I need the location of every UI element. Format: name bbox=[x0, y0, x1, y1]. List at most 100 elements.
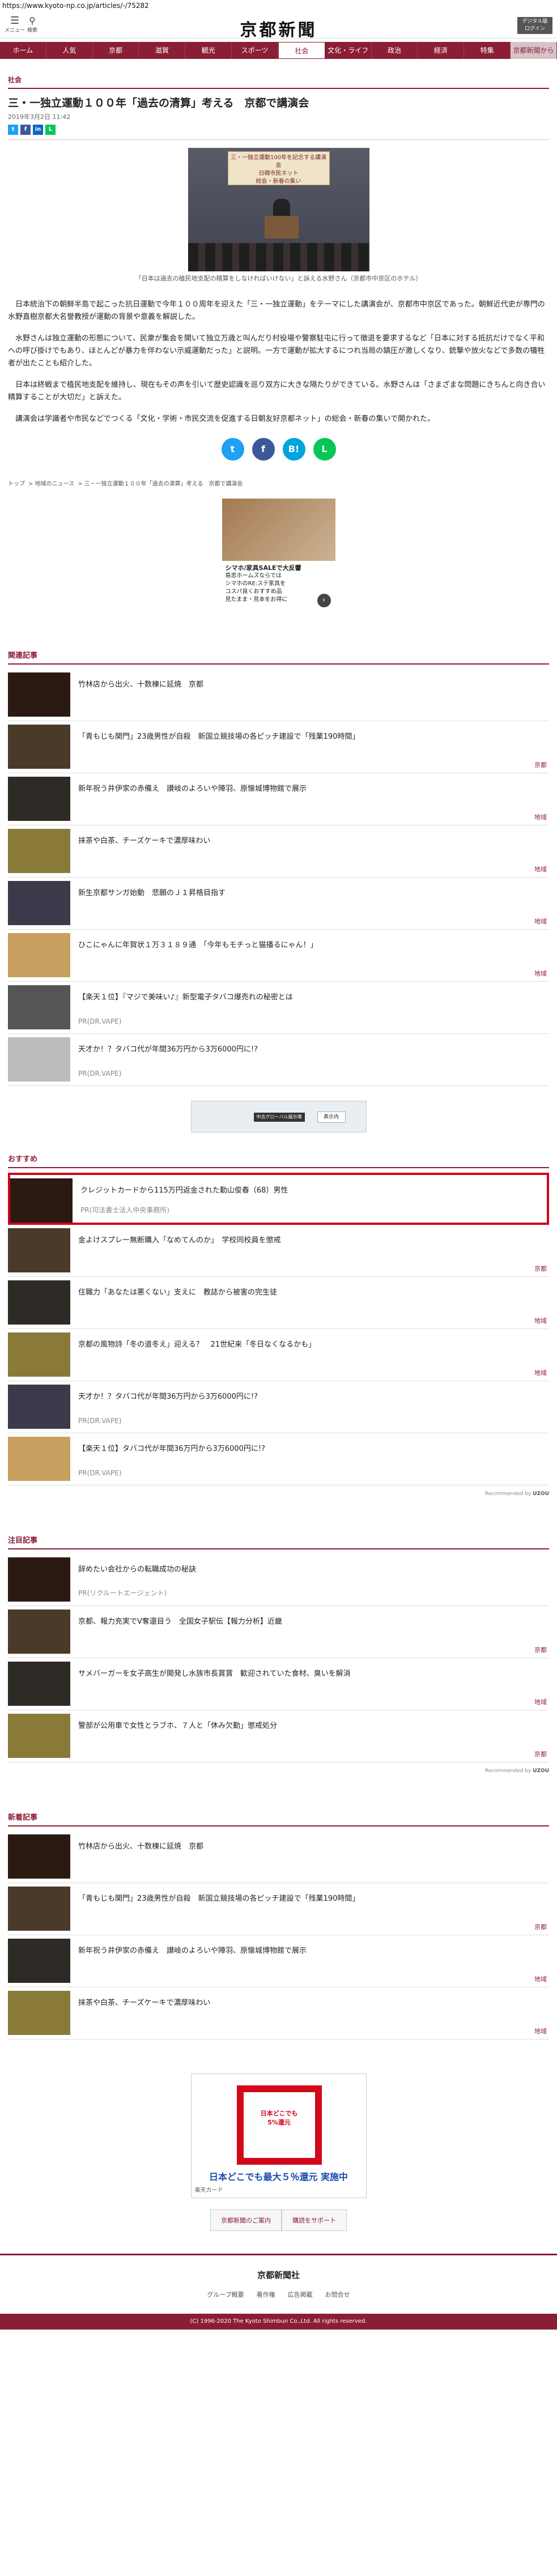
footer-nav-item[interactable]: お問合せ bbox=[325, 2290, 350, 2299]
digital-login-button[interactable]: デジタル版 ログイン bbox=[517, 17, 552, 34]
share-bar-large: t f B! L bbox=[8, 438, 549, 461]
facebook-icon[interactable]: f bbox=[20, 125, 31, 135]
breadcrumb-item[interactable]: トップ bbox=[8, 481, 25, 487]
item-tag[interactable]: 地域 bbox=[534, 812, 547, 821]
nav-item[interactable]: スポーツ bbox=[232, 42, 278, 59]
list-item[interactable]: 抹茶や白茶、チーズケーキで濃厚味わい 地域 bbox=[8, 1987, 549, 2039]
linkedin-icon[interactable]: in bbox=[33, 125, 43, 135]
footer-link[interactable]: 京都新聞のご案内 bbox=[210, 2209, 282, 2231]
nav-item[interactable]: 社会 bbox=[278, 42, 325, 59]
nav-item[interactable]: 京都 bbox=[93, 42, 139, 59]
thumbnail bbox=[8, 1834, 70, 1879]
line-share-icon[interactable]: L bbox=[313, 438, 336, 461]
item-title: 「青もじも関門」23歳男性が自殺 新国立競技場の各ピッチ建設で「残業190時間」 bbox=[78, 1894, 360, 1903]
item-tag[interactable]: 地域 bbox=[534, 917, 547, 926]
address-bar[interactable]: https://www.kyoto-np.co.jp/articles/-/75… bbox=[0, 0, 557, 12]
item-tag[interactable]: 地域 bbox=[534, 1368, 547, 1377]
twitter-share-icon[interactable]: t bbox=[221, 438, 244, 461]
list-item[interactable]: サメバーガーを女子高生が開発し水族市長賞賞 歓迎されていた食材、臭いを解消 地域 bbox=[8, 1658, 549, 1710]
footer-link[interactable]: 購読をサポート bbox=[282, 2209, 347, 2231]
list-item[interactable]: 新年祝う井伊家の赤備え 讃岐のよろいや陣羽、原懐城博物館で展示地域 bbox=[8, 773, 549, 825]
item-tag[interactable]: 地域 bbox=[534, 969, 547, 978]
list-item[interactable]: 住職力「あなたは悪くない」支えに 教誌から被害の完生徒 地域 bbox=[8, 1277, 549, 1329]
nav-item[interactable]: 観光 bbox=[185, 42, 232, 59]
list-item[interactable]: 警部が公用車で女性とラブホ、７人と「休み欠勤」懲戒処分 京都 bbox=[8, 1710, 549, 1762]
item-sponsor: PR(DR.VAPE) bbox=[78, 1017, 122, 1025]
map-ad-button[interactable]: 表示内 bbox=[317, 1112, 346, 1123]
item-title: 「青もじも関門」23歳男性が自殺 新国立競技場の各ピッチ建設で「残業190時間」 bbox=[78, 733, 360, 741]
footer-nav-item[interactable]: グループ概要 bbox=[207, 2290, 244, 2299]
item-tag[interactable]: 地域 bbox=[534, 865, 547, 874]
uzou-logo: UZOU bbox=[533, 1491, 549, 1497]
nav-item[interactable]: ホーム bbox=[0, 42, 46, 59]
list-item[interactable]: 新年祝う井伊家の赤備え 讃岐のよろいや陣羽、原懐城博物館で展示 地域 bbox=[8, 1935, 549, 1987]
map-advertisement[interactable]: 中古グローバル展示場 表示内 bbox=[190, 1101, 367, 1132]
nav-item[interactable]: 政治 bbox=[372, 42, 418, 59]
hatena-share-icon[interactable]: B! bbox=[282, 438, 305, 461]
share-bar-small: t f in L bbox=[8, 125, 549, 140]
advertisement-card[interactable]: 日本どこでも 5%還元 日本どこでも最大５％還元 実施中 楽天カード bbox=[190, 2073, 367, 2198]
uzou-logo: UZOU bbox=[533, 1768, 549, 1774]
recommend-list: クレジットカードから115万円返金された勤山俊春（68）男性 PR(司法書士法人中… bbox=[8, 1173, 549, 1485]
section-title-attention: 注目記事 bbox=[8, 1531, 549, 1549]
advertisement[interactable]: シマホ/家具SALEで大反響 島忠ホームズならでは シマホのRE:ステ家具を コ… bbox=[222, 499, 335, 612]
nav-item[interactable]: 人気 bbox=[46, 42, 93, 59]
list-item[interactable]: 京都の風物詩「冬の道冬え」迎える？ 21世紀来「冬日なくなるかも」 地域 bbox=[8, 1329, 549, 1381]
site-logo[interactable]: 京都新聞 bbox=[0, 16, 557, 41]
list-item[interactable]: 金よけスプレー無断購入「なめてんのか」 学校同校員を懲戒 京都 bbox=[8, 1225, 549, 1277]
section-title-related: 関連記事 bbox=[8, 646, 549, 665]
list-item[interactable]: 新生京都サンガ始動 悲願のＪ１昇格目指す 地域 bbox=[8, 878, 549, 930]
line-icon[interactable]: L bbox=[45, 125, 56, 135]
list-item[interactable]: 天才か！？タバコ代が年間36万円から3万6000円に!? PR(DR.VAPE) bbox=[8, 1381, 549, 1433]
thumbnail bbox=[8, 1280, 70, 1325]
list-item[interactable]: 辞めたい会社からの転職成功の秘訣 PR(リクルートエージェント) bbox=[8, 1554, 549, 1606]
list-item[interactable]: 京都、報力充実でV奪還目う 全国女子駅伝【報力分析】近畿 京都 bbox=[8, 1606, 549, 1658]
item-sponsor: PR(DR.VAPE) bbox=[78, 1070, 122, 1078]
item-tag[interactable]: 京都 bbox=[534, 1645, 547, 1654]
list-item[interactable]: ひこにゃんに年賀状１万３１８９通 「今年もモチっと猫播るにゃん！」 地域 bbox=[8, 930, 549, 982]
item-tag[interactable]: 地域 bbox=[534, 1974, 547, 1983]
list-item[interactable]: 抹茶や白茶、チーズケーキで濃厚味わい 地域 bbox=[8, 825, 549, 878]
item-sponsor: PR(DR.VAPE) bbox=[78, 1469, 122, 1477]
footer-nav-item[interactable]: 著作権 bbox=[257, 2290, 275, 2299]
nav-item[interactable]: 京都新聞から bbox=[511, 42, 557, 59]
site-header: ☰ メニュー ⚲ 検索 京都新聞 デジタル版 ログイン bbox=[0, 12, 557, 41]
ad-title: 日本どこでも最大５％還元 実施中 bbox=[209, 2171, 348, 2182]
article-body: 日本統治下の朝鮮半島で起こった抗日運動で今年１００周年を迎えた「三・一独立運動」… bbox=[8, 299, 549, 425]
recommend-credit-text: Recommended by bbox=[484, 1491, 532, 1497]
nav-item[interactable]: 経済 bbox=[418, 42, 465, 59]
list-item[interactable]: 「青もじも関門」23歳男性が自殺 新国立競技場の各ピッチ建設で「残業190時間」… bbox=[8, 721, 549, 773]
attention-list: 辞めたい会社からの転職成功の秘訣 PR(リクルートエージェント) 京都、報力充実でV… bbox=[8, 1554, 549, 1762]
thumbnail bbox=[8, 1610, 70, 1654]
item-tag[interactable]: 地域 bbox=[534, 1697, 547, 1706]
footer-nav-item[interactable]: 広告掲載 bbox=[288, 2290, 313, 2299]
list-item[interactable]: 天才か！？タバコ代が年間36万円から3万6000円に!? PR(DR.VAPE) bbox=[8, 1034, 549, 1086]
nav-item[interactable]: 滋賀 bbox=[139, 42, 186, 59]
item-title: 新年祝う井伊家の赤備え 讃岐のよろいや陣羽、原懐城博物館で展示 bbox=[78, 785, 307, 793]
nav-item[interactable]: 特集 bbox=[464, 42, 511, 59]
list-item[interactable]: 【楽天１位】『マジで美味い♪』新型電子タバコ爆売れの秘密とは PR(DR.VAPE… bbox=[8, 982, 549, 1034]
thumbnail bbox=[8, 672, 70, 717]
item-tag[interactable]: 京都 bbox=[534, 760, 547, 769]
breadcrumb-item[interactable]: 地域のニュース bbox=[35, 481, 75, 487]
article-photo[interactable]: 三・一独立運動100年を記念する講演会 日韓市民ネット 総会・新春の集い bbox=[188, 148, 369, 271]
list-item[interactable]: 「青もじも関門」23歳男性が自殺 新国立競技場の各ピッチ建設で「残業190時間」… bbox=[8, 1883, 549, 1935]
article-category[interactable]: 社会 bbox=[8, 71, 549, 89]
item-tag[interactable]: 京都 bbox=[534, 1922, 547, 1931]
item-tag[interactable]: 京都 bbox=[534, 1264, 547, 1273]
thumbnail bbox=[8, 777, 70, 821]
item-title: 竹林店から出火、十数棟に延焼 京都 bbox=[78, 680, 204, 689]
twitter-icon[interactable]: t bbox=[8, 125, 18, 135]
item-tag[interactable]: 京都 bbox=[534, 1749, 547, 1759]
list-item[interactable]: 竹林店から出火、十数棟に延焼 京都 bbox=[8, 669, 549, 721]
thumbnail bbox=[8, 1332, 70, 1377]
article-title: 三・一独立運動１００年「過去の清算」考える 京都で講演会 bbox=[8, 97, 309, 109]
item-tag[interactable]: 地域 bbox=[534, 1316, 547, 1325]
nav-item[interactable]: 文化・ライフ bbox=[325, 42, 372, 59]
item-tag[interactable]: 地域 bbox=[534, 2026, 547, 2036]
list-item[interactable]: 【楽天１位】タバコ代が年間36万円から3万6000円に!? PR(DR.VAPE) bbox=[8, 1433, 549, 1485]
list-item[interactable]: 竹林店から出火、十数棟に延焼 京都 bbox=[8, 1831, 549, 1883]
facebook-share-icon[interactable]: f bbox=[252, 438, 275, 461]
list-item[interactable]: クレジットカードから115万円返金された勤山俊春（68）男性 PR(司法書士法人中… bbox=[8, 1173, 549, 1225]
podium bbox=[264, 216, 299, 239]
